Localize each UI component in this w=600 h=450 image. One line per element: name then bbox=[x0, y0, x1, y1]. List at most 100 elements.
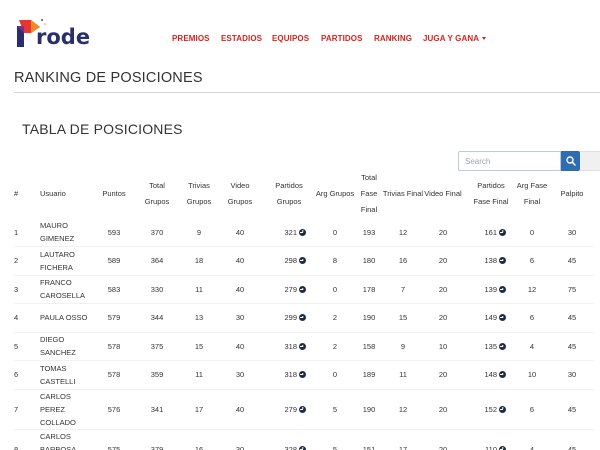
matches-groups-link[interactable]: 318 bbox=[284, 342, 306, 351]
column-header-matches-final: Partidos Fase Final bbox=[473, 181, 509, 206]
cell-points: 583 bbox=[107, 284, 121, 294]
cell-total-final: 189 bbox=[362, 370, 376, 380]
matches-groups-value: 279 bbox=[284, 404, 297, 414]
matches-final-link[interactable]: 110 bbox=[485, 445, 506, 450]
matches-final-link[interactable]: 161 bbox=[484, 228, 506, 237]
cell-pos: 2 bbox=[14, 256, 19, 266]
cell-video-final: 10 bbox=[438, 341, 448, 351]
nav-item-estadios[interactable]: ESTADIOS bbox=[221, 34, 262, 43]
cell-total-final: 178 bbox=[362, 284, 376, 294]
cell-matches-groups: 328 bbox=[258, 429, 314, 450]
cell-palpito: 30 bbox=[567, 370, 577, 380]
table-row: 6 TOMAS CASTELLI 578 359 11 30 318 0 189 11 20 148 1… bbox=[14, 361, 594, 390]
column-header-video-groups: Video Grupos bbox=[227, 181, 253, 206]
arrow-circle-right-icon bbox=[299, 371, 306, 379]
matches-final-link[interactable]: 152 bbox=[484, 405, 506, 414]
page-title: RANKING DE POSICIONES bbox=[14, 70, 203, 86]
arrow-circle-right-icon bbox=[499, 371, 506, 379]
cell-arg-groups: 8 bbox=[332, 256, 338, 266]
cell-palpito: 45 bbox=[567, 313, 577, 323]
cell-matches-final: 148 bbox=[462, 361, 514, 390]
table-row: 8 CARLOS BARBOSA MARIANO 575 379 16 30 328 5 151… bbox=[14, 429, 594, 450]
cell-points: 589 bbox=[107, 256, 121, 266]
arrow-circle-right-icon bbox=[499, 405, 506, 413]
cell-palpito: 45 bbox=[567, 341, 577, 351]
cell-video-groups: 30 bbox=[235, 444, 245, 450]
matches-final-value: 161 bbox=[484, 227, 497, 237]
arrow-circle-right-icon bbox=[499, 257, 506, 265]
table-row: 5 DIEGO SANCHEZ 578 375 15 40 318 2 158 9 10 135 4 45 bbox=[14, 332, 594, 361]
search-button[interactable] bbox=[561, 151, 580, 171]
nav-item-juga-y-gana[interactable]: JUGA Y GANA bbox=[423, 34, 487, 43]
nav-item-juga-y-gana-label: JUGA Y GANA bbox=[423, 34, 480, 43]
matches-final-link[interactable]: 149 bbox=[484, 313, 506, 322]
matches-final-value: 135 bbox=[484, 341, 497, 351]
cell-arg-final: 10 bbox=[527, 370, 537, 380]
cell-matches-final: 138 bbox=[462, 247, 514, 276]
search-input[interactable] bbox=[458, 151, 561, 171]
matches-final-value: 148 bbox=[484, 370, 497, 380]
cell-user: CARLOS PEREZ COLLADO bbox=[40, 391, 76, 427]
cell-pos: 6 bbox=[14, 370, 19, 380]
cell-video-final: 20 bbox=[438, 227, 448, 237]
cell-pos: 1 bbox=[14, 227, 19, 237]
matches-final-value: 149 bbox=[484, 313, 497, 323]
matches-final-link[interactable]: 139 bbox=[484, 285, 506, 294]
matches-groups-link[interactable]: 328 bbox=[284, 445, 306, 450]
caret-down-icon bbox=[482, 37, 487, 41]
cell-arg-final: 6 bbox=[529, 256, 535, 266]
cell-arg-groups: 2 bbox=[332, 341, 338, 351]
cell-arg-final: 6 bbox=[529, 313, 535, 323]
cell-palpito: 45 bbox=[567, 444, 577, 450]
cell-arg-final: 6 bbox=[529, 404, 535, 414]
cell-user: FRANCO CAROSELLA bbox=[40, 278, 86, 301]
cell-matches-groups: 299 bbox=[258, 304, 314, 333]
cell-total-final: 151 bbox=[362, 444, 376, 450]
cell-palpito: 75 bbox=[567, 284, 577, 294]
table-row: 3 FRANCO CAROSELLA 583 330 11 40 279 0 178 7 20 139… bbox=[14, 275, 594, 304]
section-title: TABLA DE POSICIONES bbox=[22, 121, 183, 137]
matches-final-link[interactable]: 138 bbox=[484, 256, 506, 265]
cell-total-groups: 359 bbox=[150, 370, 164, 380]
matches-final-link[interactable]: 148 bbox=[484, 370, 506, 379]
cell-trivia-groups: 9 bbox=[196, 227, 202, 237]
arrow-circle-right-icon bbox=[299, 342, 306, 350]
cell-user: MAURO GIMENEZ bbox=[40, 221, 75, 243]
cell-video-final: 20 bbox=[438, 444, 448, 450]
matches-final-value: 138 bbox=[484, 256, 497, 266]
arrow-circle-right-icon bbox=[499, 285, 506, 293]
column-header-trivia-groups: Trivias Grupos bbox=[186, 181, 212, 206]
arrow-circle-right-icon bbox=[499, 228, 506, 236]
matches-groups-value: 298 bbox=[284, 256, 297, 266]
matches-groups-link[interactable]: 279 bbox=[284, 285, 306, 294]
matches-groups-link[interactable]: 279 bbox=[284, 405, 306, 414]
cell-points: 576 bbox=[107, 404, 121, 414]
cell-trivia-groups: 11 bbox=[195, 284, 203, 294]
table-row: 4 PAULA OSSO 579 344 13 30 299 2 190 15 20 149 6 45 bbox=[14, 304, 594, 333]
matches-groups-link[interactable]: 299 bbox=[284, 313, 306, 322]
cell-arg-final: 12 bbox=[527, 284, 537, 294]
nav-item-partidos[interactable]: PARTIDOS bbox=[321, 34, 363, 43]
cell-video-groups: 30 bbox=[235, 370, 245, 380]
cell-matches-final: 139 bbox=[462, 275, 514, 304]
cell-video-final: 20 bbox=[438, 284, 448, 294]
cell-trivia-final: 15 bbox=[398, 313, 408, 323]
cell-points: 578 bbox=[107, 341, 121, 351]
main-nav: PREMIOS ESTADIOS EQUIPOS PARTIDOS RANKIN… bbox=[0, 34, 600, 46]
arrow-circle-right-icon bbox=[299, 257, 306, 265]
cell-trivia-groups: 18 bbox=[194, 256, 204, 266]
nav-item-premios[interactable]: PREMIOS bbox=[172, 34, 210, 43]
cell-user: LAUTARO FICHERA bbox=[40, 249, 75, 272]
nav-item-equipos[interactable]: EQUIPOS bbox=[272, 34, 309, 43]
cell-arg-groups: 5 bbox=[332, 444, 338, 450]
matches-groups-link[interactable]: 318 bbox=[284, 370, 306, 379]
matches-groups-link[interactable]: 321 bbox=[284, 228, 306, 237]
cell-user: TOMAS CASTELLI bbox=[40, 363, 76, 386]
matches-groups-link[interactable]: 298 bbox=[284, 256, 306, 265]
matches-groups-value: 318 bbox=[284, 370, 297, 380]
nav-item-ranking[interactable]: RANKING bbox=[374, 34, 412, 43]
cell-total-final: 190 bbox=[362, 313, 376, 323]
divider bbox=[14, 92, 600, 93]
cell-points: 575 bbox=[107, 444, 121, 450]
matches-final-link[interactable]: 135 bbox=[484, 342, 506, 351]
